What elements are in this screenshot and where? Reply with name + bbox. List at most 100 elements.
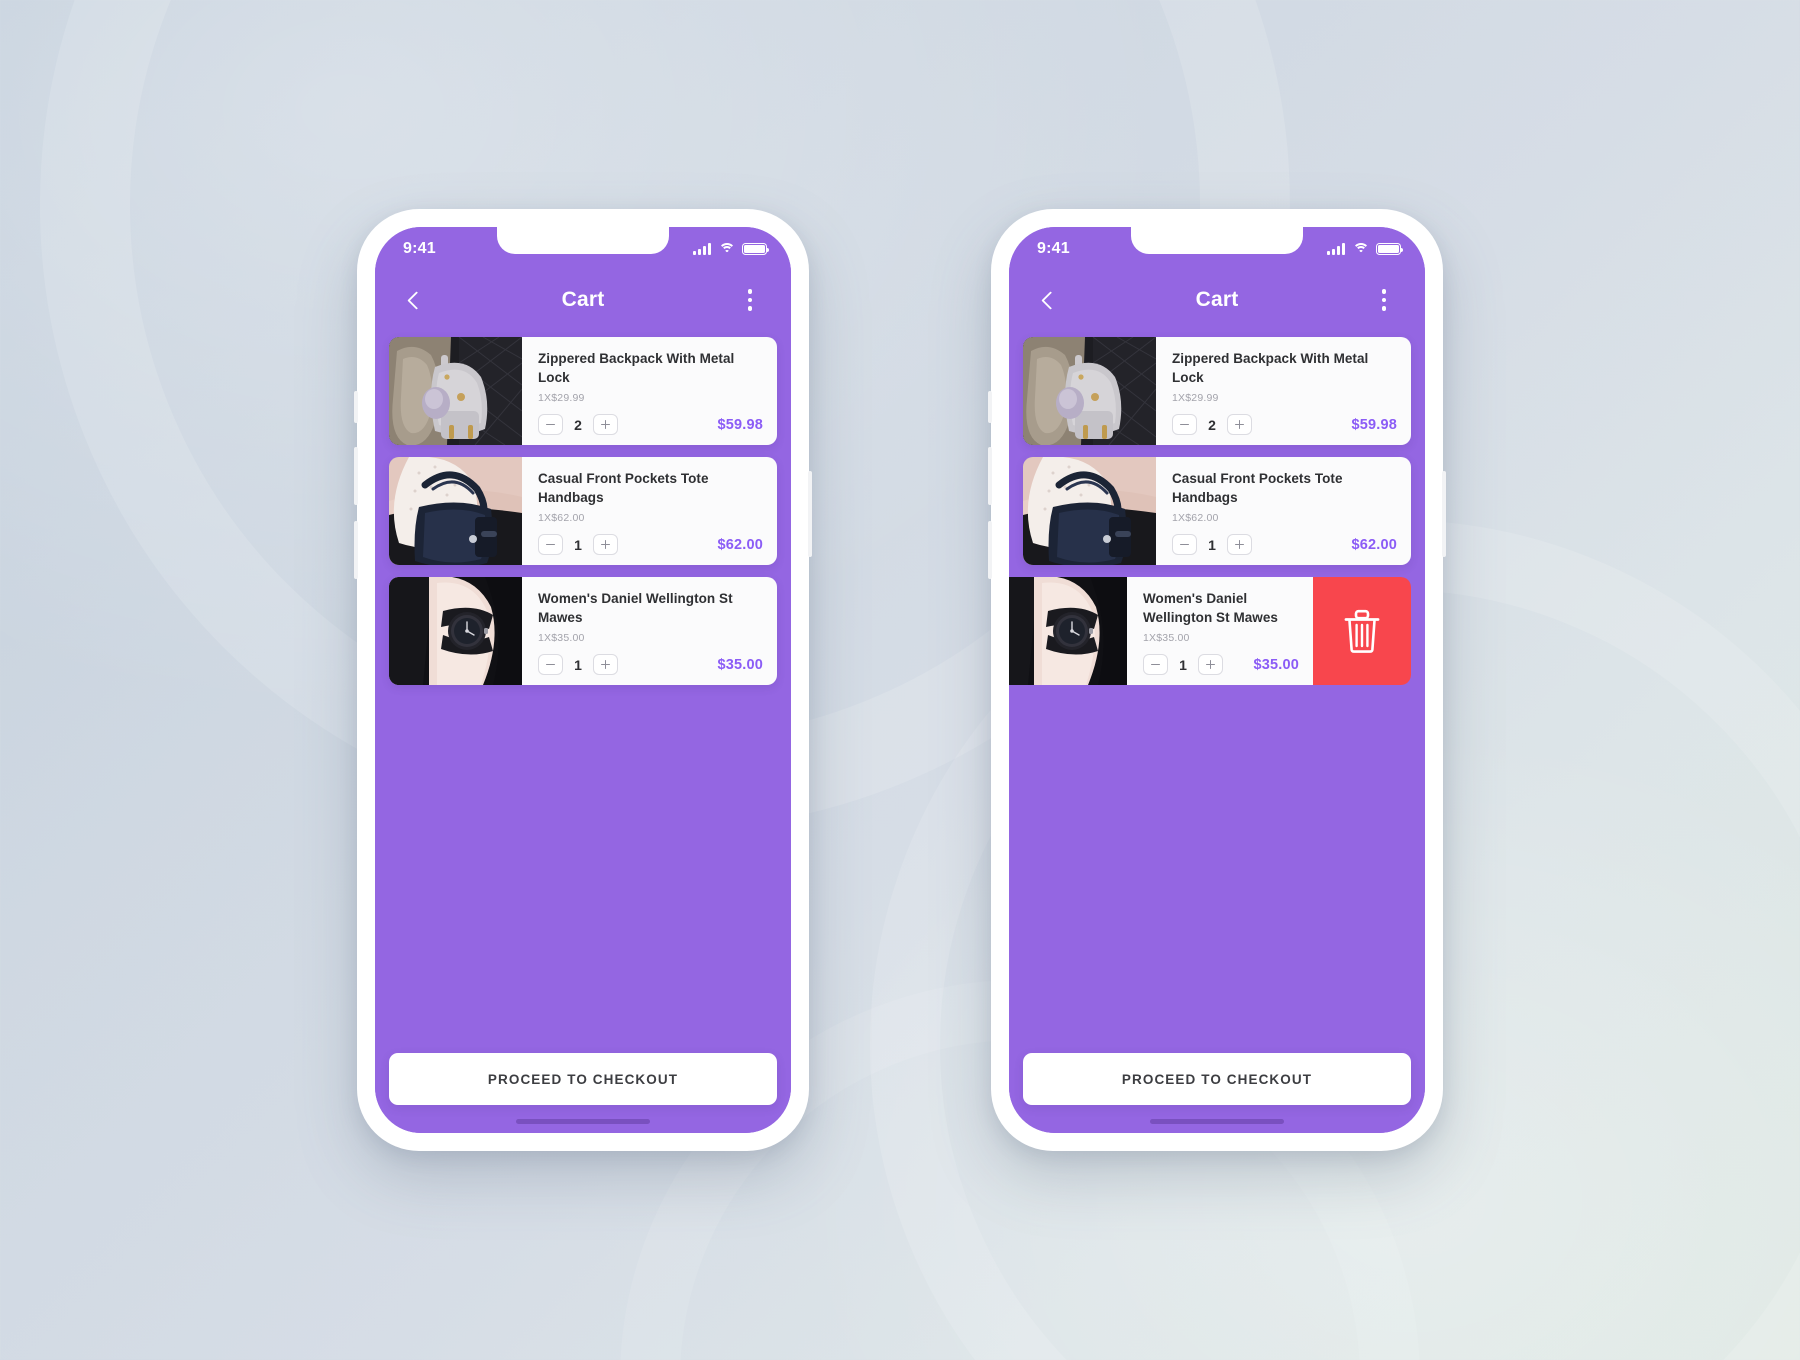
plus-icon [601, 420, 610, 429]
product-total-price: $35.00 [717, 656, 763, 673]
cart-item-details: Casual Front Pockets Tote Handbags 1X$62… [522, 457, 777, 565]
quantity-and-price-row: 2 $59.98 [538, 414, 763, 435]
plus-icon [601, 660, 610, 669]
increase-quantity-button[interactable] [593, 414, 618, 435]
phone-power-button [808, 471, 812, 557]
battery-icon [742, 243, 770, 255]
quantity-value: 2 [574, 416, 582, 433]
cart-item-card[interactable]: Zippered Backpack With Metal Lock 1X$29.… [1023, 337, 1411, 445]
status-indicators [693, 242, 770, 256]
status-indicators [1327, 242, 1404, 256]
quantity-value: 1 [574, 536, 582, 553]
app-header: Cart [1009, 271, 1425, 329]
delete-item-button[interactable] [1313, 577, 1411, 685]
back-button[interactable] [399, 283, 433, 317]
back-button[interactable] [1033, 283, 1067, 317]
phone-volume-up-button [354, 447, 358, 505]
decrease-quantity-button[interactable] [1172, 534, 1197, 555]
product-title: Zippered Backpack With Metal Lock [1172, 351, 1369, 385]
product-thumbnail-watch [1009, 577, 1127, 685]
signal-bars-icon [1327, 243, 1345, 255]
back-chevron-icon [406, 290, 426, 310]
decrease-quantity-button[interactable] [538, 534, 563, 555]
quantity-and-price-row: 2 $59.98 [1172, 414, 1397, 435]
product-title: Zippered Backpack With Metal Lock [538, 351, 735, 385]
phone-volume-down-button [354, 521, 358, 579]
minus-icon [546, 663, 555, 666]
cart-item-row: Zippered Backpack With Metal Lock 1X$29.… [1023, 337, 1411, 445]
product-total-price: $59.98 [717, 416, 763, 433]
cart-item-card[interactable]: Women's Daniel Wellington St Mawes 1X$35… [1009, 577, 1313, 685]
product-title: Women's Daniel Wellington St Mawes [1143, 591, 1278, 625]
plus-icon [1206, 660, 1215, 669]
minus-icon [1151, 663, 1160, 666]
product-unit-price: 1X$35.00 [538, 632, 585, 645]
quantity-and-price-row: 1 $35.00 [1143, 654, 1299, 675]
plus-icon [1235, 420, 1244, 429]
minus-icon [546, 423, 555, 426]
wifi-icon [1352, 242, 1369, 256]
phone-volume-up-button [988, 447, 992, 505]
increase-quantity-button[interactable] [1198, 654, 1223, 675]
decrease-quantity-button[interactable] [538, 654, 563, 675]
decrease-quantity-button[interactable] [538, 414, 563, 435]
product-unit-price: 1X$62.00 [538, 512, 585, 525]
cart-item-card[interactable]: Casual Front Pockets Tote Handbags 1X$62… [389, 457, 777, 565]
cart-item-card[interactable]: Women's Daniel Wellington St Mawes 1X$35… [389, 577, 777, 685]
product-unit-price: 1X$29.99 [1172, 392, 1219, 405]
product-title: Casual Front Pockets Tote Handbags [538, 471, 709, 505]
cart-item-card[interactable]: Casual Front Pockets Tote Handbags 1X$62… [1023, 457, 1411, 565]
cart-item-list: Zippered Backpack With Metal Lock 1X$29.… [1009, 329, 1425, 685]
minus-icon [1180, 543, 1189, 546]
phone-power-button [1442, 471, 1446, 557]
plus-icon [1235, 540, 1244, 549]
product-total-price: $62.00 [1351, 536, 1397, 553]
battery-icon [1376, 243, 1404, 255]
cart-item-details: Zippered Backpack With Metal Lock 1X$29.… [522, 337, 777, 445]
product-total-price: $59.98 [1351, 416, 1397, 433]
checkout-footer: PROCEED TO CHECKOUT [375, 1053, 791, 1105]
cart-item-details: Women's Daniel Wellington St Mawes 1X$35… [522, 577, 777, 685]
wifi-icon [718, 242, 735, 256]
quantity-value: 1 [1208, 536, 1216, 553]
decrease-quantity-button[interactable] [1172, 414, 1197, 435]
kebab-menu-icon[interactable] [1367, 283, 1401, 317]
phone-mockup-default: 9:41 Cart Zippered Backpack With Metal L… [354, 209, 812, 1151]
product-total-price: $35.00 [1253, 656, 1299, 673]
proceed-to-checkout-button[interactable]: PROCEED TO CHECKOUT [1023, 1053, 1411, 1105]
cart-item-details: Women's Daniel Wellington St Mawes 1X$35… [1127, 577, 1313, 685]
phone-mute-switch [988, 391, 992, 423]
product-thumbnail-handbag [389, 457, 522, 565]
phones-stage: 9:41 Cart Zippered Backpack With Metal L… [0, 0, 1800, 1360]
page-title: Cart [561, 288, 605, 311]
quantity-value: 2 [1208, 416, 1216, 433]
quantity-value: 1 [1179, 656, 1187, 673]
page-title: Cart [1195, 288, 1239, 311]
kebab-menu-icon[interactable] [733, 283, 767, 317]
cart-item-row: Women's Daniel Wellington St Mawes 1X$35… [389, 577, 777, 685]
proceed-to-checkout-button[interactable]: PROCEED TO CHECKOUT [389, 1053, 777, 1105]
cart-item-card[interactable]: Zippered Backpack With Metal Lock 1X$29.… [389, 337, 777, 445]
app-header: Cart [375, 271, 791, 329]
cart-item-list: Zippered Backpack With Metal Lock 1X$29.… [375, 329, 791, 685]
plus-icon [601, 540, 610, 549]
phone-notch [1131, 227, 1303, 254]
cart-item-row: Casual Front Pockets Tote Handbags 1X$62… [1023, 457, 1411, 565]
product-title: Casual Front Pockets Tote Handbags [1172, 471, 1343, 505]
home-indicator [1150, 1119, 1284, 1124]
screen-swiped-state: 9:41 Cart Zippered Backpack With Metal L… [1009, 227, 1425, 1133]
increase-quantity-button[interactable] [593, 534, 618, 555]
cart-item-details: Zippered Backpack With Metal Lock 1X$29.… [1156, 337, 1411, 445]
increase-quantity-button[interactable] [1227, 414, 1252, 435]
quantity-and-price-row: 1 $62.00 [1172, 534, 1397, 555]
minus-icon [546, 543, 555, 546]
decrease-quantity-button[interactable] [1143, 654, 1168, 675]
screen-default-state: 9:41 Cart Zippered Backpack With Metal L… [375, 227, 791, 1133]
increase-quantity-button[interactable] [1227, 534, 1252, 555]
product-thumbnail-backpack [389, 337, 522, 445]
product-title: Women's Daniel Wellington St Mawes [538, 591, 733, 625]
status-clock: 9:41 [1037, 240, 1070, 257]
back-chevron-icon [1040, 290, 1060, 310]
increase-quantity-button[interactable] [593, 654, 618, 675]
cart-item-row-swiped: Women's Daniel Wellington St Mawes 1X$35… [1009, 577, 1411, 685]
